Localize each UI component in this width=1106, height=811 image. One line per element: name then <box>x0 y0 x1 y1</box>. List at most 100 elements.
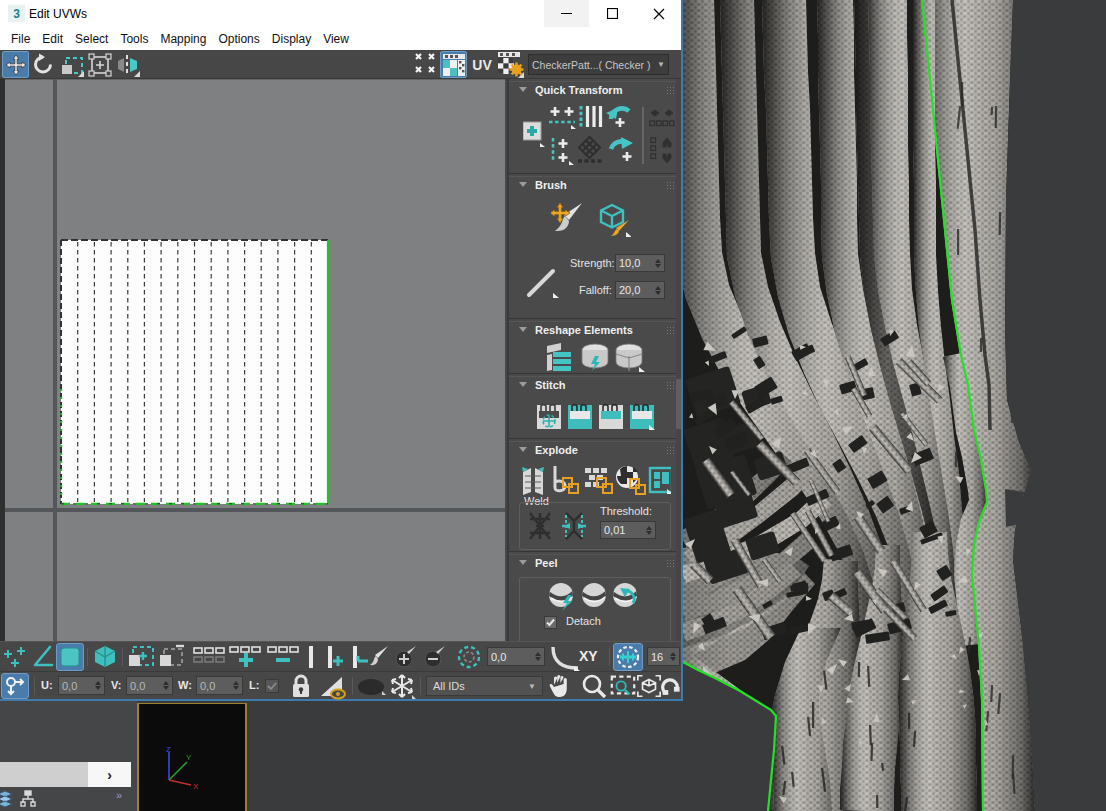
stitch-target-button[interactable] <box>599 405 623 429</box>
spinner-arrows[interactable] <box>655 255 661 271</box>
maximize-button[interactable] <box>590 0 635 27</box>
soft-selection-button[interactable] <box>455 644 483 670</box>
spinner-arrows[interactable] <box>646 522 652 538</box>
rollout-header-explode[interactable]: Explode <box>509 442 681 458</box>
zoom-region-button[interactable] <box>609 673 637 699</box>
strength-spinner[interactable]: 10,0 <box>615 254 665 272</box>
u-spinner[interactable]: 0,0 <box>58 676 105 695</box>
rollout-header-quick-transform[interactable]: Quick Transform <box>509 82 681 98</box>
rollout-header-stitch[interactable]: Stitch <box>509 377 681 393</box>
threshold-spinner[interactable]: 0,01 <box>600 521 656 539</box>
stitch-source-button[interactable] <box>568 405 592 429</box>
menu-edit[interactable]: Edit <box>38 30 67 48</box>
weld-target-button[interactable] <box>530 513 550 539</box>
freeform-tool-button[interactable] <box>86 51 113 78</box>
brush-size-spinner[interactable]: 16 <box>647 647 680 666</box>
relax-brush-button[interactable] <box>597 203 631 237</box>
select-by-element-off-button[interactable] <box>158 644 186 670</box>
explode-tiles-button[interactable] <box>650 468 671 494</box>
edge-mode-button[interactable] <box>30 644 56 670</box>
close-button[interactable] <box>636 0 681 27</box>
move-tool-button[interactable] <box>2 51 29 78</box>
panel-scrollbar-thumb[interactable] <box>676 379 681 429</box>
menu-options[interactable]: Options <box>214 30 263 48</box>
peel-mode-button[interactable] <box>582 583 606 607</box>
select-by-element-on-button[interactable] <box>127 644 155 670</box>
menu-display[interactable]: Display <box>268 30 315 48</box>
zoom-to-gizmo-button[interactable] <box>661 673 682 699</box>
absolute-mode-button[interactable] <box>1 673 29 699</box>
spinner-arrows[interactable] <box>670 648 676 665</box>
stitch-all-button[interactable] <box>630 405 655 430</box>
straighten-selection-icon[interactable] <box>581 106 601 127</box>
layers-icon[interactable] <box>0 789 14 809</box>
lock-aspect-checkbox[interactable] <box>265 679 279 693</box>
relax-tool-icon[interactable] <box>578 137 602 161</box>
scale-tool-button[interactable] <box>58 51 85 78</box>
reshape-element-button[interactable] <box>616 344 645 372</box>
texture-list-dropdown[interactable]: CheckerPatt...( Checker ) ▼ <box>528 54 669 75</box>
w-spinner[interactable]: 0,0 <box>196 676 243 695</box>
explode-checker-button[interactable] <box>616 466 645 494</box>
edit-soft-selection-button[interactable] <box>613 643 643 671</box>
spinner-arrows[interactable] <box>655 282 661 298</box>
menu-view[interactable]: View <box>319 30 353 48</box>
reshape-relax-button[interactable] <box>582 344 608 371</box>
freeze-selected-button[interactable] <box>388 673 416 699</box>
titlebar[interactable]: 3 Edit UVWs <box>0 0 681 27</box>
falloff-curve-button[interactable] <box>550 644 580 671</box>
reshape-stack-button[interactable] <box>547 343 571 371</box>
pan-button[interactable] <box>546 673 572 699</box>
stitch-custom-button[interactable] <box>537 405 561 429</box>
uv-space-button[interactable]: UV <box>468 53 496 77</box>
rollout-header-reshape[interactable]: Reshape Elements <box>509 322 681 338</box>
explode-faces-button[interactable] <box>585 468 612 493</box>
select-edge-loop-button[interactable] <box>303 644 319 670</box>
paint-move-brush-button[interactable] <box>551 201 583 235</box>
map-options-button[interactable] <box>497 51 524 78</box>
grow-selection-button[interactable] <box>228 644 264 670</box>
rotate-tool-button[interactable] <box>30 51 57 78</box>
horizontal-scrollbar[interactable]: › <box>0 762 131 787</box>
quick-peel-button[interactable] <box>549 583 573 611</box>
menu-file[interactable]: File <box>7 30 34 48</box>
minimize-button[interactable] <box>544 0 589 27</box>
move-selected-button[interactable] <box>523 122 545 147</box>
uv-canvas[interactable] <box>0 79 505 641</box>
show-map-dither-button[interactable] <box>413 51 440 78</box>
rollout-header-peel[interactable]: Peel <box>509 555 681 571</box>
filter-selected-faces-button[interactable] <box>318 674 348 700</box>
peel-reset-button[interactable] <box>613 583 637 607</box>
left-viewport[interactable]: Z Y X <box>137 703 247 811</box>
zoom-extents-button[interactable] <box>636 673 662 699</box>
uv-shell[interactable] <box>60 239 329 505</box>
polygon-mode-button[interactable] <box>56 643 84 671</box>
lock-selection-button[interactable] <box>288 673 314 699</box>
spinner-arrows[interactable] <box>95 677 101 694</box>
spinner-arrows[interactable] <box>163 677 169 694</box>
rotate-ccw-icon[interactable] <box>606 108 629 127</box>
falloff-space-label[interactable]: XY <box>579 648 598 664</box>
panel-scrollbar[interactable] <box>676 79 681 641</box>
rollout-header-brush[interactable]: Brush <box>509 177 681 193</box>
align-vertical-icon[interactable] <box>553 138 574 165</box>
paint-select-button[interactable] <box>366 644 392 670</box>
menu-mapping[interactable]: Mapping <box>156 30 210 48</box>
scrollbar-thumb[interactable] <box>0 762 88 787</box>
hide-selected-button[interactable] <box>356 676 386 698</box>
spinner-arrows[interactable] <box>233 677 239 694</box>
paint-select-grow-button[interactable] <box>392 644 420 670</box>
zoom-button[interactable] <box>580 673 608 699</box>
grow-edge-loop-button[interactable] <box>322 644 346 670</box>
falloff-spinner[interactable]: 20,0 <box>615 281 665 299</box>
perspective-viewport[interactable] <box>683 0 1106 811</box>
v-spinner[interactable]: 0,0 <box>126 676 173 695</box>
select-similar-button[interactable] <box>192 644 226 670</box>
weld-selected-button[interactable] <box>562 513 586 539</box>
soft-selection-spinner[interactable]: 0,0 <box>487 647 545 666</box>
scrollbar-right-button[interactable]: › <box>88 762 131 787</box>
schematic-view-icon[interactable] <box>20 790 36 807</box>
spinner-arrows[interactable] <box>535 648 541 665</box>
align-horizontal-icon[interactable] <box>549 107 576 129</box>
menu-tools[interactable]: Tools <box>116 30 152 48</box>
